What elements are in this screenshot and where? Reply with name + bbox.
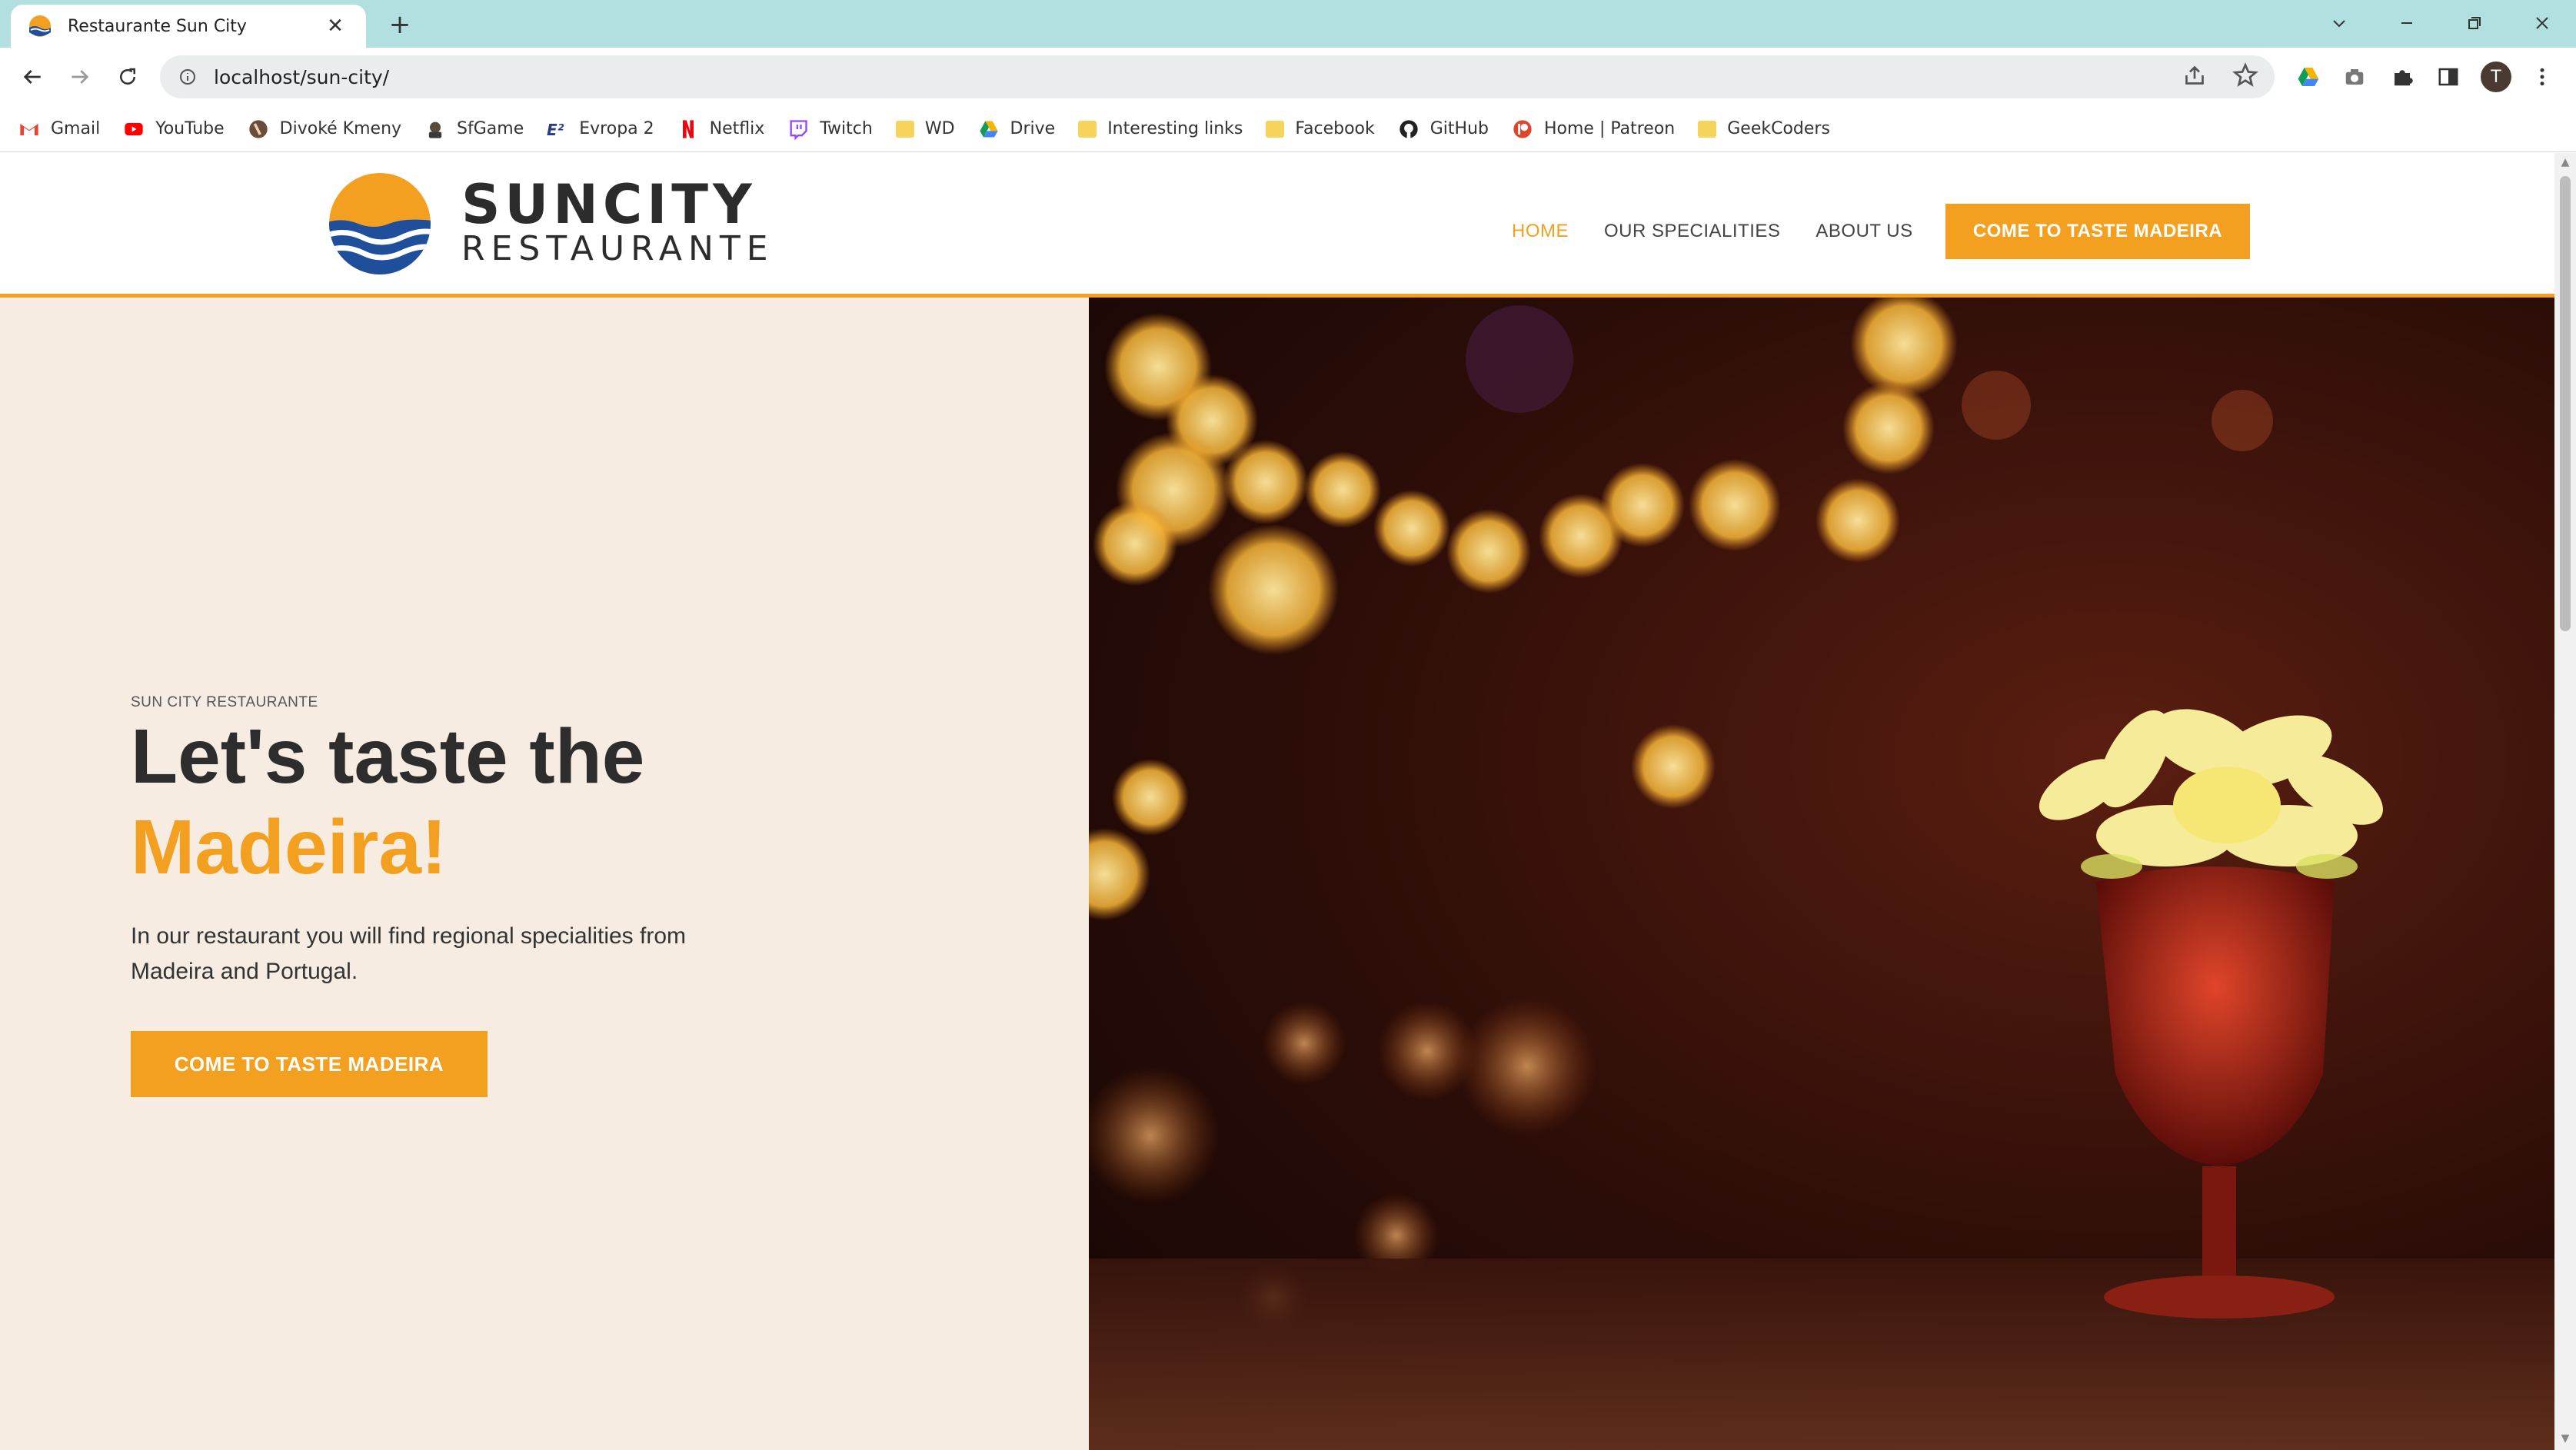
scrollbar-thumb[interactable] <box>2560 176 2571 631</box>
bookmark-evropa2[interactable]: E² Evropa 2 <box>547 118 654 140</box>
bookmark-youtube[interactable]: YouTube <box>123 118 225 140</box>
bookmark-folder-interesting-links[interactable]: Interesting links <box>1078 119 1243 138</box>
bookmark-divoke-kmeny[interactable]: Divoké Kmeny <box>248 118 401 140</box>
camera-extension-icon[interactable] <box>2339 62 2370 92</box>
hero-description: In our restaurant you will find regional… <box>131 923 687 984</box>
bookmark-sfgame[interactable]: SfGame <box>424 118 524 140</box>
folder-icon <box>895 120 914 138</box>
website-viewport: SUNCITY RESTAURANTE HOME OUR SPECIALITIE… <box>0 153 2554 1450</box>
hero-headline: Let's taste the Madeira! <box>131 711 644 893</box>
extensions-puzzle-icon[interactable] <box>2387 62 2418 92</box>
hero-photo <box>1089 298 2554 1450</box>
gmail-icon <box>20 123 38 135</box>
scroll-up-arrow-icon[interactable]: ▲ <box>2559 156 2571 168</box>
logo-title: SUNCITY <box>461 173 757 236</box>
bookmark-drive[interactable]: Drive <box>978 118 1055 140</box>
site-info-icon[interactable] <box>178 68 197 86</box>
profile-avatar[interactable]: T <box>2481 62 2511 92</box>
bookmark-star-icon[interactable] <box>2232 62 2259 89</box>
folder-icon <box>1078 120 1097 138</box>
bookmark-github[interactable]: GitHub <box>1398 118 1489 140</box>
close-window-icon[interactable] <box>2519 6 2565 40</box>
browser-menu-icon[interactable] <box>2527 62 2558 92</box>
twitch-icon <box>790 119 807 140</box>
bookmark-gmail[interactable]: Gmail <box>18 118 100 140</box>
bookmark-twitch[interactable]: Twitch <box>787 118 873 140</box>
svg-text:E²: E² <box>547 121 564 139</box>
share-icon[interactable] <box>2181 62 2208 89</box>
github-icon <box>1399 119 1418 138</box>
bookmarks-bar: Gmail YouTube Divoké Kmeny SfGame E² Evr… <box>0 106 2576 152</box>
bookmark-patreon[interactable]: Home | Patreon <box>1512 118 1675 140</box>
bokeh-drink-photo <box>1089 298 2554 1450</box>
sun-waves-logo-icon <box>329 173 431 274</box>
drive-icon <box>979 121 998 137</box>
hero-headline-line1: Let's taste the <box>131 713 645 800</box>
tab-close-icon[interactable]: ✕ <box>321 15 349 38</box>
bookmark-folder-wd[interactable]: WD <box>895 119 955 138</box>
site-header: SUNCITY RESTAURANTE HOME OUR SPECIALITIE… <box>0 153 2554 298</box>
new-tab-button[interactable]: + <box>384 9 415 40</box>
bookmark-folder-facebook[interactable]: Facebook <box>1266 119 1375 138</box>
divoke-kmeny-icon <box>248 119 268 138</box>
youtube-icon <box>125 122 143 135</box>
browser-tab-strip: Restaurante Sun City ✕ + <box>0 0 2576 48</box>
hero-cta-button[interactable]: COME TO TASTE MADEIRA <box>131 1031 488 1097</box>
patreon-icon <box>1513 119 1532 138</box>
restore-window-icon[interactable] <box>2451 6 2498 40</box>
browser-toolbar: localhost/sun-city/ T <box>0 48 2576 106</box>
bookmark-netflix[interactable]: Netflix <box>677 118 764 140</box>
red-glass-with-flowers <box>2039 709 2383 1319</box>
header-cta-button[interactable]: COME TO TASTE MADEIRA <box>1945 204 2250 259</box>
browser-tab-active[interactable]: Restaurante Sun City ✕ <box>11 5 366 48</box>
google-drive-extension-icon[interactable] <box>2293 62 2324 92</box>
netflix-icon <box>682 119 694 138</box>
nav-specialities[interactable]: OUR SPECIALITIES <box>1604 221 1780 242</box>
hero-eyebrow: SUN CITY RESTAURANTE <box>131 694 318 710</box>
address-bar[interactable]: localhost/sun-city/ <box>160 55 2275 98</box>
scroll-down-arrow-icon[interactable]: ▼ <box>2559 1432 2571 1445</box>
reload-icon[interactable] <box>111 60 145 94</box>
url-text: localhost/sun-city/ <box>214 65 390 88</box>
page-scrollbar[interactable]: ▲ ▼ <box>2554 153 2576 1450</box>
back-arrow-icon[interactable] <box>15 60 49 94</box>
suncity-favicon-icon <box>29 15 51 37</box>
hero-headline-accent: Madeira! <box>131 804 448 890</box>
folder-icon <box>1266 120 1285 138</box>
main-nav: HOME OUR SPECIALITIES ABOUT US <box>1512 204 1949 259</box>
logo-subtitle: RESTAURANTE <box>461 229 774 268</box>
folder-icon <box>1698 120 1717 138</box>
forward-arrow-icon[interactable] <box>63 60 97 94</box>
evropa2-icon: E² <box>547 121 564 139</box>
nav-home[interactable]: HOME <box>1512 221 1569 242</box>
minimize-window-icon[interactable] <box>2384 6 2430 40</box>
side-panel-icon[interactable] <box>2433 62 2464 92</box>
tab-search-chevron-icon[interactable] <box>2316 6 2362 40</box>
nav-about-us[interactable]: ABOUT US <box>1816 221 1912 242</box>
bookmark-folder-geekcoders[interactable]: GeekCoders <box>1698 119 1830 138</box>
tab-title: Restaurante Sun City <box>68 16 247 36</box>
suncity-logo[interactable]: SUNCITY RESTAURANTE <box>328 171 774 276</box>
sfgame-icon <box>428 121 442 138</box>
